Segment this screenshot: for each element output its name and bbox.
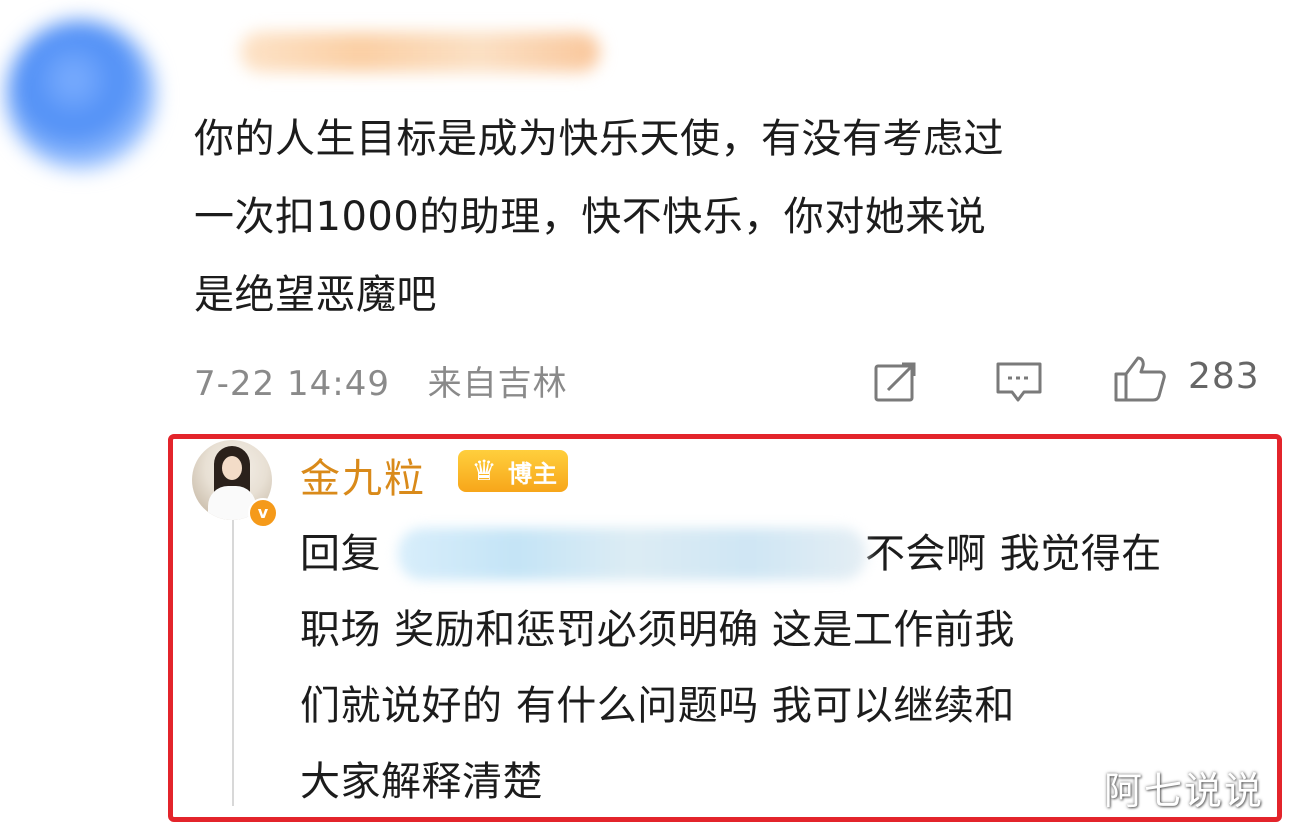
watermark: 阿七说说	[1104, 769, 1265, 813]
comment-text: 你的人生目标是成为快乐天使，有没有考虑过 一次扣1000的助理，快不快乐，你对她来…	[194, 100, 1274, 334]
comment-line-3: 是绝望恶魔吧	[194, 272, 437, 318]
comment-location: 来自吉林	[427, 364, 568, 404]
reply-line-3: 们就说好的 有什么问题吗 我可以继续和	[300, 683, 1015, 729]
replier-username[interactable]: 金九粒	[300, 446, 426, 504]
reply-prefix: 回复	[300, 531, 381, 577]
comment-icon[interactable]	[994, 360, 1044, 404]
reply-line-1-tail: 不会啊 我觉得在	[865, 531, 1162, 577]
blogger-badge: ♛ 博主	[458, 450, 568, 492]
like-count: 283	[1188, 356, 1260, 397]
comment-timestamp: 7-22 14:49	[194, 364, 390, 404]
crown-icon: ♛	[471, 454, 497, 487]
comment-line-1: 你的人生目标是成为快乐天使，有没有考虑过	[194, 116, 1004, 162]
replied-user-blurred[interactable]	[398, 528, 866, 580]
verified-badge-icon: v	[248, 498, 278, 528]
comment-meta: 7-22 14:49 来自吉林	[194, 356, 568, 405]
thread-line	[232, 520, 234, 806]
like-icon[interactable]	[1112, 354, 1168, 404]
share-icon[interactable]	[872, 360, 920, 404]
blogger-badge-label: 博主	[508, 459, 558, 488]
reply-line-2: 职场 奖励和惩罚必须明确 这是工作前我	[300, 607, 1015, 653]
comment-line-2: 一次扣1000的助理，快不快乐，你对她来说	[194, 194, 987, 240]
commenter-avatar-blurred[interactable]	[6, 20, 156, 170]
commenter-name-blurred[interactable]	[240, 32, 600, 72]
